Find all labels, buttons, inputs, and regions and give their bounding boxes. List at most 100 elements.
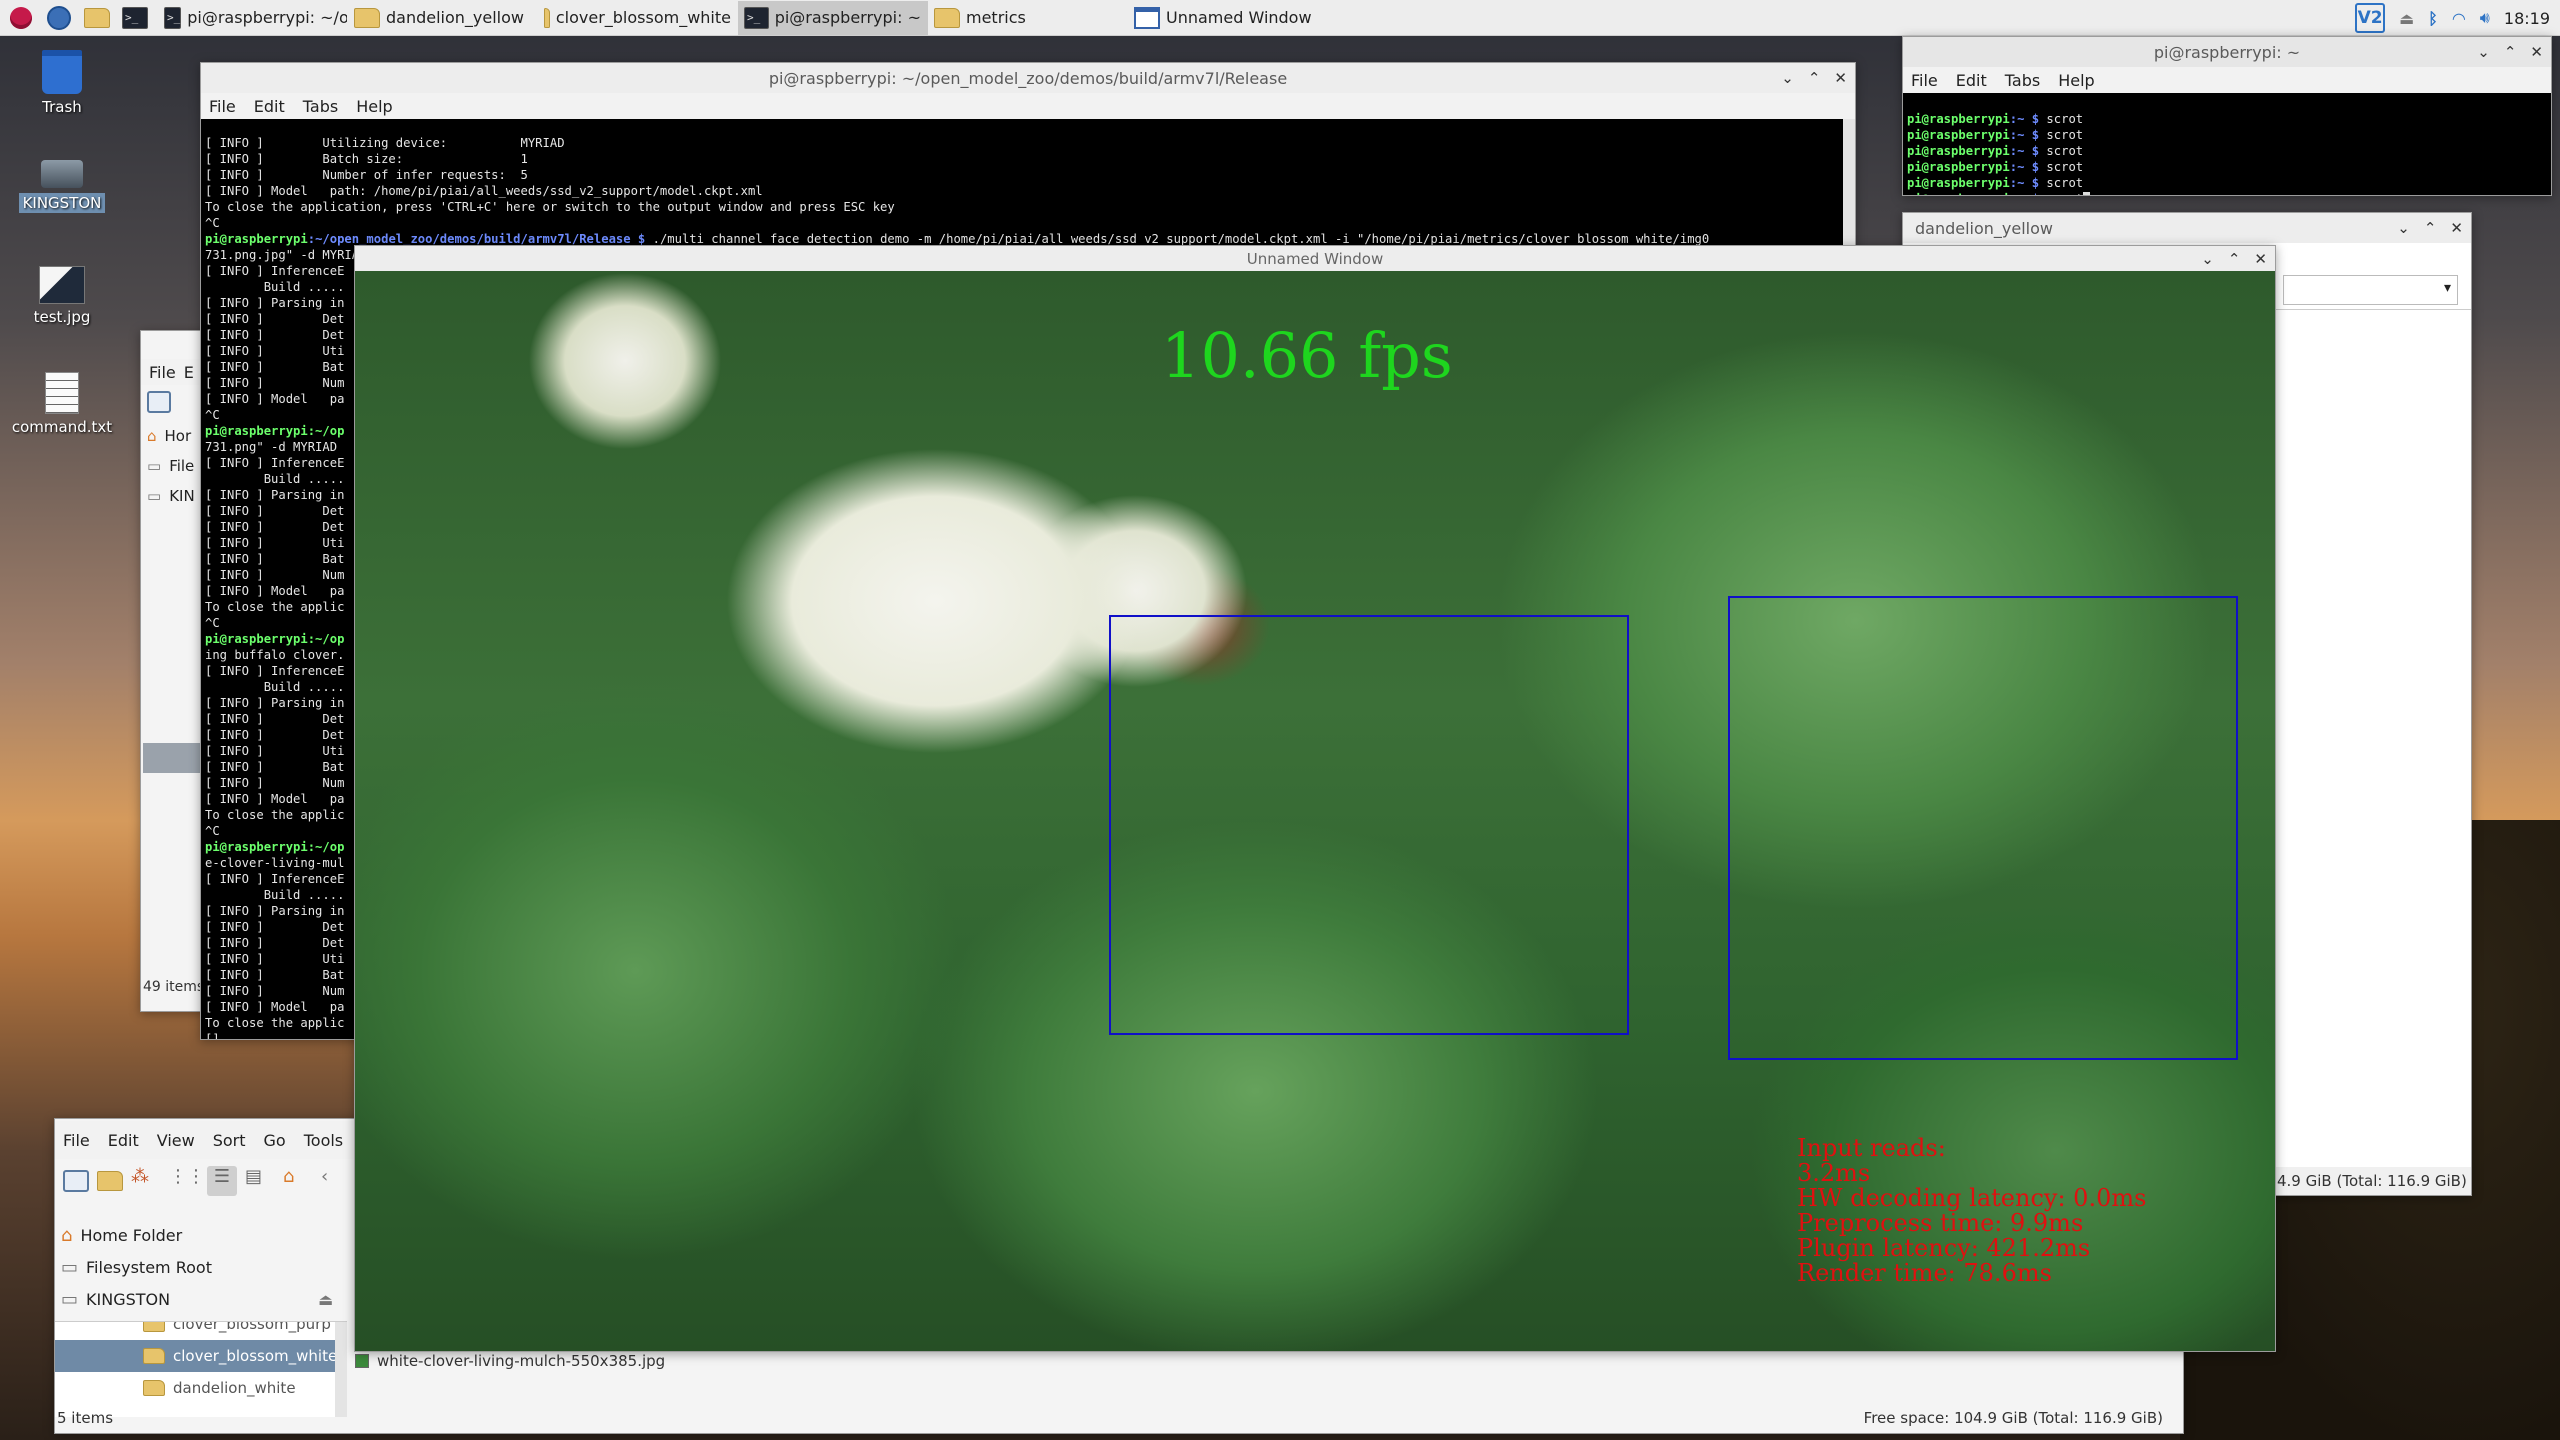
places-sidebar: ⌂ Home Folder ▭ Filesystem Root ▭ KINGSTON ⏏ xyxy=(55,1219,347,1315)
browser-launcher[interactable] xyxy=(42,1,76,35)
menu-edit[interactable]: Edit xyxy=(108,1131,139,1150)
home-icon: ⌂ xyxy=(147,427,157,445)
file-list-item[interactable]: white-clover-living-mulch-550x385.jpg xyxy=(355,1352,665,1370)
terminal-output[interactable]: pi@raspberrypi:~ $ scrot pi@raspberrypi:~… xyxy=(1903,93,2551,195)
menu-file[interactable]: File xyxy=(1911,71,1938,90)
window-title: Unnamed Window xyxy=(1246,249,1384,268)
text-file-icon xyxy=(45,372,79,414)
eject-icon[interactable]: ⏏ xyxy=(318,1290,333,1309)
menu-tabs[interactable]: Tabs xyxy=(303,97,338,116)
tree-item[interactable]: clover_blossom_purp xyxy=(55,1322,347,1340)
maximize-icon[interactable]: ⌃ xyxy=(2424,219,2437,237)
wifi-icon[interactable]: ◠ xyxy=(2452,9,2466,28)
desktop-icon-kingston[interactable]: KINGSTON xyxy=(2,150,122,213)
menu-edit[interactable]: Edit xyxy=(1956,71,1987,90)
sidebar-item-filesystem-root[interactable]: ▭ Filesystem Root xyxy=(55,1251,347,1283)
terminal-line: [ INFO ] Model path: /home/pi/piai/all_w… xyxy=(205,184,763,198)
close-icon[interactable]: ✕ xyxy=(2530,43,2543,61)
eject-icon[interactable]: ⏏ xyxy=(2399,9,2414,28)
window-titlebar[interactable]: pi@raspberrypi: ~ ⌄ ⌃ ✕ xyxy=(1903,37,2551,67)
close-icon[interactable]: ✕ xyxy=(1834,69,1847,87)
task-terminal-home[interactable]: >_ pi@raspberrypi: ~ xyxy=(738,0,928,35)
minimize-icon[interactable]: ⌄ xyxy=(1781,69,1794,87)
task-label: pi@raspberrypi: ~/op... xyxy=(187,8,348,27)
task-label: Unnamed Window xyxy=(1166,8,1312,27)
task-clover-blossom-white[interactable]: clover_blossom_white xyxy=(538,1,738,35)
detection-box-flower xyxy=(1109,615,1629,1035)
menu-file[interactable]: File xyxy=(209,97,236,116)
menu-tabs[interactable]: Tabs xyxy=(2005,71,2040,90)
menu-view[interactable]: View xyxy=(157,1131,195,1150)
tree-scrollbar[interactable] xyxy=(335,1322,347,1417)
menu-help[interactable]: Help xyxy=(356,97,392,116)
menu-go[interactable]: Go xyxy=(264,1131,286,1150)
stat-line: Plugin latency: 421.2ms xyxy=(1797,1234,2091,1262)
menu-edit[interactable]: Edit xyxy=(254,97,285,116)
tree-item[interactable]: dandelion_white xyxy=(55,1372,347,1404)
menu-sort[interactable]: Sort xyxy=(213,1131,246,1150)
terminal-line: pi@raspberrypi:~ $ scrot xyxy=(1907,112,2084,126)
selected-row[interactable] xyxy=(143,743,203,773)
status-free-space: Free space: 104.9 GiB (Total: 116.9 GiB) xyxy=(1863,1409,2163,1427)
close-icon[interactable]: ✕ xyxy=(2450,219,2463,237)
raspberry-menu-button[interactable] xyxy=(4,1,38,35)
path-combobox[interactable]: ▾ xyxy=(2283,275,2458,305)
sidebar-item-home-folder[interactable]: ⌂ Home Folder xyxy=(55,1219,347,1251)
new-window-icon[interactable] xyxy=(147,391,171,413)
file-manager-launcher[interactable] xyxy=(80,1,114,35)
vnc-icon[interactable]: V2 xyxy=(2355,3,2386,33)
globe-icon xyxy=(47,5,71,30)
tree-item-selected[interactable]: clover_blossom_white xyxy=(55,1340,347,1372)
close-icon[interactable]: ✕ xyxy=(2254,250,2267,268)
menu-tools[interactable]: Tools xyxy=(304,1131,343,1150)
minimize-icon[interactable]: ⌄ xyxy=(2477,43,2490,61)
view-thumbnails-icon[interactable]: ⋮⋮ xyxy=(169,1166,205,1196)
drive-icon xyxy=(41,160,83,188)
menu-file[interactable]: File xyxy=(149,363,176,382)
view-compact-icon[interactable]: ☰ xyxy=(207,1166,237,1196)
desktop-icon-command-txt[interactable]: command.txt xyxy=(2,372,122,436)
new-folder-icon[interactable] xyxy=(97,1171,123,1191)
detection-frame[interactable]: 10.66 fps Input reads: 3.2ms HW decoding l… xyxy=(355,271,2275,1351)
fps-counter: 10.66 fps xyxy=(1161,319,1453,392)
task-terminal-release[interactable]: >_ pi@raspberrypi: ~/op... xyxy=(158,1,348,35)
bluetooth-icon[interactable]: ᛒ xyxy=(2428,9,2438,28)
new-window-icon[interactable] xyxy=(63,1170,89,1192)
volume-icon[interactable]: 🔊︎ xyxy=(2480,8,2490,28)
desktop-icon-trash[interactable]: Trash xyxy=(2,50,122,116)
folder-icon xyxy=(354,7,380,28)
window-titlebar[interactable]: pi@raspberrypi: ~/open_model_zoo/demos/b… xyxy=(201,63,1855,93)
taskbar: >_ >_ pi@raspberrypi: ~/op... dandelion_y… xyxy=(0,0,2560,36)
terminal-line: ^C xyxy=(205,216,220,230)
task-metrics[interactable]: metrics xyxy=(928,1,1128,35)
home-icon[interactable]: ⌂ xyxy=(283,1166,313,1196)
task-unnamed-window[interactable]: Unnamed Window xyxy=(1128,1,1328,35)
maximize-icon[interactable]: ⌃ xyxy=(2228,250,2241,268)
terminal-icon: >_ xyxy=(164,6,182,29)
sidebar-item-kingston[interactable]: ▭ KINGSTON ⏏ xyxy=(55,1283,347,1315)
minimize-icon[interactable]: ⌄ xyxy=(2201,250,2214,268)
menu-file[interactable]: File xyxy=(63,1131,90,1150)
menubar: File Edit Tabs Help xyxy=(201,93,1855,119)
terminal-line: To close the application, press 'CTRL+C'… xyxy=(205,200,895,214)
file-list[interactable] xyxy=(2273,309,2471,1169)
task-dandelion-yellow[interactable]: dandelion_yellow xyxy=(348,1,538,35)
clock[interactable]: 18:19 xyxy=(2504,9,2550,28)
terminal-launcher[interactable]: >_ xyxy=(118,1,152,35)
view-icons-icon[interactable]: ⁂ xyxy=(131,1166,161,1196)
terminal-line: [ INFO ] Utilizing device: MYRIAD xyxy=(205,136,565,150)
desktop-icon-label: Trash xyxy=(42,98,82,116)
menu-help[interactable]: Help xyxy=(2058,71,2094,90)
maximize-icon[interactable]: ⌃ xyxy=(2504,43,2517,61)
folder-icon xyxy=(143,1380,165,1396)
back-arrow-icon[interactable]: ‹ xyxy=(321,1166,351,1196)
window-icon xyxy=(1134,6,1160,29)
desktop-icon-test-jpg[interactable]: test.jpg xyxy=(2,262,122,326)
window-titlebar[interactable]: dandelion_yellow ⌄ ⌃ ✕ xyxy=(1903,213,2471,243)
menu-edit[interactable]: E xyxy=(184,363,194,382)
window-titlebar[interactable]: Unnamed Window ⌄ ⌃ ✕ xyxy=(355,246,2275,271)
view-list-icon[interactable]: ▤ xyxy=(245,1166,275,1196)
maximize-icon[interactable]: ⌃ xyxy=(1808,69,1821,87)
minimize-icon[interactable]: ⌄ xyxy=(2397,219,2410,237)
task-label: metrics xyxy=(966,8,1026,27)
